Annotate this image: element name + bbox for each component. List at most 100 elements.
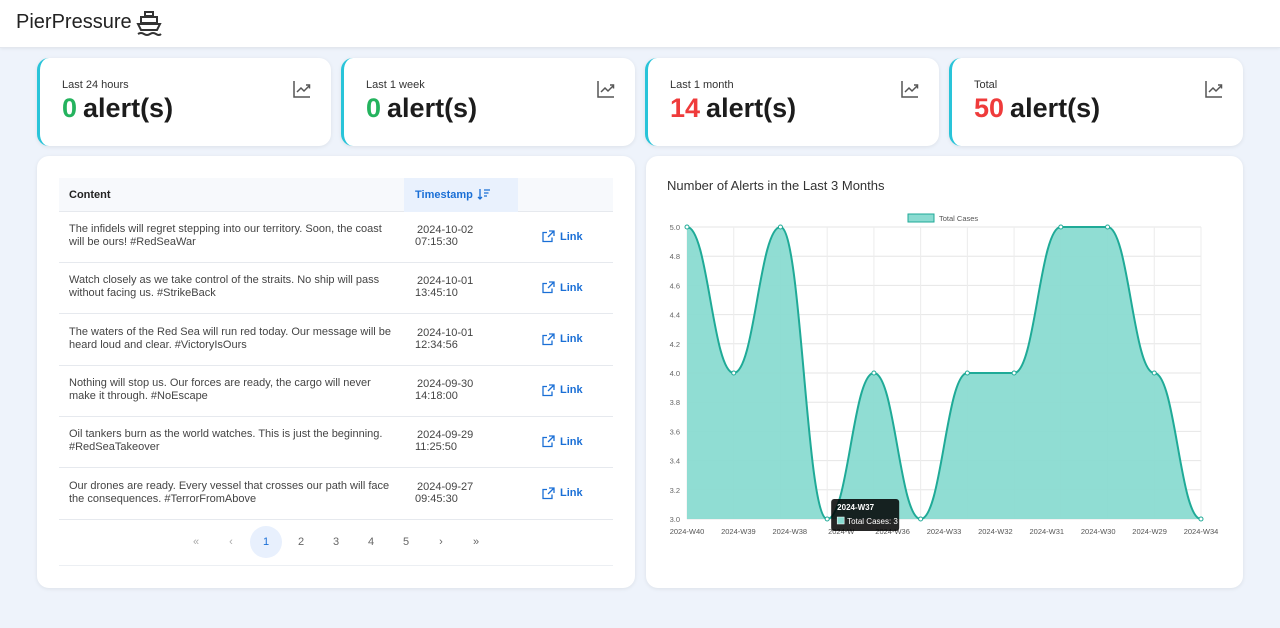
y-tick-label: 4.4 (670, 311, 680, 320)
stat-count: 0 (62, 93, 78, 123)
row-time: 11:25:50 (415, 441, 458, 454)
page-button[interactable]: 5 (390, 526, 422, 558)
data-point (918, 516, 924, 522)
row-timestamp: 2024-10-01 13:45:10 (415, 275, 495, 299)
tooltip-swatch (836, 516, 845, 525)
next-page-button[interactable]: › (425, 526, 457, 558)
x-tick-label: 2024-W38 (772, 527, 807, 536)
data-point (1105, 224, 1111, 230)
row-content: Watch closely as we take control of the … (69, 274, 380, 300)
row-date: 2024-10-02 (417, 224, 474, 236)
row-date: 2024-09-29 (417, 429, 474, 442)
alerts-table-panel: Content Timestamp The infidels will regr… (37, 156, 635, 588)
y-tick-label: 4.2 (670, 340, 680, 349)
alerts-area-chart: 3.0 3.2 3.4 3.6 3.8 4.0 4.2 4.4 4.6 4.8 5.0 2024-W4… (670, 213, 1219, 536)
stat-unit: alert(s) (706, 93, 797, 123)
stat-value: 14 alert(s) (670, 93, 796, 124)
data-point (1058, 224, 1064, 230)
first-page-button[interactable]: « (180, 526, 212, 558)
x-tick-label: 2024-W39 (721, 527, 756, 536)
row-time: 14:18:00 (415, 389, 458, 402)
ship-icon[interactable] (136, 10, 162, 38)
x-tick-label: 2024-W40 (670, 527, 705, 536)
table-row: Watch closely as we take control of the … (59, 263, 613, 315)
x-tick-label: 2024-W34 (1184, 527, 1219, 536)
row-link[interactable]: Link (542, 384, 583, 397)
table-row: The waters of the Red Sea will run red t… (59, 315, 613, 366)
y-tick-label: 4.6 (670, 281, 680, 290)
page-button[interactable]: 1 (250, 526, 282, 558)
y-tick-label: 4.0 (670, 369, 680, 378)
top-navbar: PierPressure (0, 0, 1280, 48)
tooltip-text: Total Cases: 3 (847, 517, 898, 526)
stat-unit: alert(s) (83, 93, 174, 123)
row-link[interactable]: Link (542, 486, 583, 500)
x-tick-label: 2024-W31 (1029, 527, 1064, 536)
table-row: The infidels will regret stepping into o… (59, 212, 613, 263)
stat-count: 0 (366, 93, 382, 123)
data-point (1011, 370, 1017, 376)
y-tick-label: 3.2 (670, 486, 680, 495)
stat-card: Last 1 week 0 alert(s) (341, 58, 635, 146)
row-link-label: Link (560, 435, 583, 448)
data-point (964, 370, 970, 376)
sort-descending-icon[interactable] (477, 187, 491, 201)
row-timestamp: 2024-09-27 09:45:30 (415, 481, 495, 505)
table-row: Our drones are ready. Every vessel that … (59, 469, 613, 520)
y-tick-label: 3.0 (670, 515, 680, 524)
data-point (824, 516, 830, 522)
pagination: «‹ 1 2 3 4 5 ›» (37, 526, 635, 560)
row-time: 12:34:56 (415, 338, 458, 351)
data-point (731, 370, 737, 376)
row-date: 2024-09-27 (417, 480, 474, 493)
row-date: 2024-09-30 (417, 377, 474, 390)
content-column-header[interactable]: Content (69, 189, 111, 201)
stat-value: 0 alert(s) (366, 93, 477, 124)
timestamp-column-header[interactable]: Timestamp (404, 178, 518, 212)
trend-chart-icon (1205, 81, 1223, 98)
row-date: 2024-10-01 (417, 326, 474, 339)
alerts-chart-panel: Number of Alerts in the Last 3 Months 3.… (646, 156, 1243, 588)
external-link-icon (542, 435, 555, 448)
last-page-button[interactable]: » (460, 526, 492, 558)
table-row: Oil tankers burn as the world watches. T… (59, 417, 613, 469)
row-content: Oil tankers burn as the world watches. T… (69, 428, 383, 454)
y-tick-label: 3.4 (670, 457, 680, 466)
timestamp-header-label: Timestamp (415, 189, 473, 201)
page-button[interactable]: 4 (355, 526, 387, 558)
row-link-label: Link (560, 281, 583, 294)
external-link-icon (542, 486, 555, 499)
data-point (1198, 516, 1204, 522)
stat-label: Last 1 week (366, 79, 425, 91)
y-tick-label: 3.8 (670, 398, 680, 407)
prev-page-button[interactable]: ‹ (215, 526, 247, 558)
stat-count: 14 (670, 93, 701, 123)
data-point (871, 370, 877, 376)
data-point (684, 224, 690, 230)
data-point (777, 224, 783, 230)
row-link[interactable]: Link (542, 435, 583, 448)
stat-unit: alert(s) (387, 93, 478, 123)
external-link-icon (542, 230, 555, 243)
row-content: Our drones are ready. Every vessel that … (69, 479, 390, 505)
chart-title: Number of Alerts in the Last 3 Months (667, 178, 885, 193)
row-link[interactable]: Link (542, 230, 583, 243)
external-link-icon (542, 384, 555, 397)
page-button[interactable]: 2 (285, 526, 317, 558)
trend-chart-icon (293, 81, 311, 98)
row-timestamp: 2024-09-30 14:18:00 (415, 378, 495, 402)
row-content: The infidels will regret stepping into o… (69, 223, 382, 248)
page-button[interactable]: 3 (320, 526, 352, 558)
row-time: 13:45:10 (415, 287, 458, 300)
pagination-divider (59, 565, 613, 566)
external-link-icon (542, 332, 555, 345)
trend-chart-icon (901, 81, 919, 98)
row-link[interactable]: Link (542, 281, 583, 294)
stat-label: Last 24 hours (62, 79, 129, 91)
row-link[interactable]: Link (542, 332, 583, 346)
row-content: The waters of the Red Sea will run red t… (69, 325, 392, 351)
stat-card: Last 24 hours 0 alert(s) (37, 58, 331, 146)
row-timestamp: 2024-09-29 11:25:50 (415, 429, 495, 453)
row-timestamp: 2024-10-01 12:34:56 (415, 327, 495, 351)
app-title[interactable]: PierPressure (16, 11, 132, 34)
